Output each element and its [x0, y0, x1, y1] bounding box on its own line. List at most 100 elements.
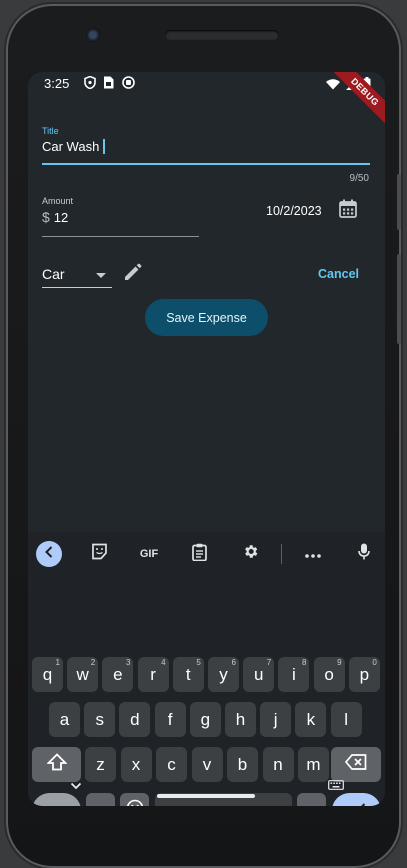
status-bar: 3:25 [28, 72, 385, 96]
key-u[interactable]: u7 [243, 657, 275, 692]
more-options-button[interactable] [300, 541, 326, 567]
key-label: r [150, 664, 156, 684]
clipboard-button[interactable] [186, 541, 212, 567]
key-d[interactable]: d [119, 702, 151, 737]
key-label: p [359, 664, 370, 684]
key-w[interactable]: w2 [67, 657, 99, 692]
amount-input-value: 12 [53, 210, 69, 225]
category-dropdown[interactable]: Car [42, 264, 112, 288]
key-y[interactable]: y6 [208, 657, 239, 692]
key-hint: 0 [372, 658, 377, 667]
comma-key[interactable]: , [86, 793, 115, 806]
key-hint: 9 [337, 658, 342, 667]
key-h[interactable]: h [225, 702, 256, 737]
title-char-counter: 9/50 [349, 173, 369, 184]
chevron-down-icon [70, 777, 82, 794]
key-p[interactable]: p0 [348, 657, 380, 692]
key-b[interactable]: b [227, 747, 258, 782]
key-v[interactable]: v [191, 747, 223, 782]
sticker-icon [91, 543, 108, 565]
key-g[interactable]: g [189, 702, 221, 737]
title-field[interactable]: Title Car Wash [42, 126, 370, 154]
key-i[interactable]: i8 [278, 657, 310, 692]
amount-input[interactable]: $ 12 [42, 209, 68, 225]
keyboard-switch-button[interactable] [328, 777, 344, 795]
soft-keyboard: GIF q1w2e3r 4 t 5 y 6 u 7 i 8 o 9 p 0 a … [28, 532, 385, 806]
key-label: y [219, 664, 228, 684]
key-hint: 4 [161, 658, 166, 667]
key-hint: 8 [301, 658, 307, 667]
more-horizontal-icon [305, 545, 321, 563]
key-j[interactable]: j [260, 702, 292, 737]
chevron-down-icon [96, 273, 106, 278]
key-r[interactable]: r4 [137, 657, 169, 692]
key-label: u [253, 664, 264, 684]
key-hint: 1 [55, 658, 60, 667]
emoji-key[interactable] [120, 793, 149, 806]
cancel-button[interactable]: Cancel [318, 267, 359, 281]
key-m[interactable]: m [298, 747, 329, 782]
key-c[interactable]: c [156, 747, 187, 782]
backspace-icon [344, 754, 367, 775]
key-label: q [42, 664, 53, 684]
key-e[interactable]: e3 [102, 657, 134, 692]
shift-icon [45, 753, 68, 776]
key-label: o [324, 664, 334, 684]
chevron-left-icon [44, 545, 54, 563]
key-label: w [76, 664, 89, 684]
clipboard-icon [191, 543, 207, 566]
app-screen: 3:25 DEBUG Title Car Wash 9/50 Amount $ … [28, 72, 385, 806]
text-cursor [103, 139, 106, 154]
key-hint: 3 [125, 658, 131, 667]
gif-button[interactable]: GIF [136, 541, 162, 567]
title-input[interactable]: Car Wash [42, 139, 370, 154]
emoji-icon [126, 799, 144, 806]
key-q[interactable]: q1 [32, 657, 63, 692]
power-button [397, 174, 401, 230]
period-key[interactable]: . [297, 793, 326, 806]
shield-icon [84, 75, 97, 90]
key-o[interactable]: o9 [313, 657, 345, 692]
title-underline [42, 163, 370, 165]
wifi-icon [326, 78, 340, 93]
gear-icon [242, 543, 259, 565]
key-z[interactable]: z [85, 747, 116, 782]
keyboard-back-button[interactable] [36, 541, 62, 567]
title-label: Title [42, 126, 59, 136]
amount-underline [42, 236, 199, 237]
calendar-button[interactable] [336, 199, 360, 223]
key-f[interactable]: f [154, 702, 186, 737]
key-a[interactable]: a [49, 702, 80, 737]
key-hint: 2 [90, 658, 96, 667]
home-gesture-bar[interactable] [157, 794, 255, 798]
calendar-icon [339, 199, 357, 223]
toolbar-divider [281, 544, 282, 564]
key-label: t [185, 664, 191, 684]
key-t[interactable]: t5 [172, 657, 204, 692]
key-l[interactable]: l [330, 702, 362, 737]
title-input-value: Car Wash [42, 139, 100, 154]
key-k[interactable]: k [295, 702, 327, 737]
key-hint: 5 [196, 658, 201, 667]
volume-button [397, 254, 401, 344]
keyboard-toolbar: GIF [28, 532, 385, 574]
mic-icon [358, 543, 370, 565]
keyboard-icon [328, 777, 344, 794]
keyboard-settings-button[interactable] [237, 541, 263, 567]
edit-category-button[interactable] [121, 262, 145, 286]
key-label: i [292, 664, 296, 684]
voice-input-button[interactable] [351, 541, 377, 567]
checkmark-icon [348, 801, 366, 806]
front-camera [86, 28, 100, 42]
sticker-button[interactable] [86, 541, 112, 567]
earpiece-speaker [165, 30, 279, 40]
status-time: 3:25 [44, 76, 70, 91]
key-hint: 6 [231, 658, 236, 667]
selected-date: 10/2/2023 [266, 204, 322, 218]
hide-keyboard-button[interactable] [70, 777, 82, 795]
save-expense-button[interactable]: Save Expense [145, 299, 268, 336]
key-n[interactable]: n [262, 747, 294, 782]
amount-label: Amount [42, 196, 74, 206]
key-x[interactable]: x [120, 747, 152, 782]
key-s[interactable]: s [84, 702, 116, 737]
